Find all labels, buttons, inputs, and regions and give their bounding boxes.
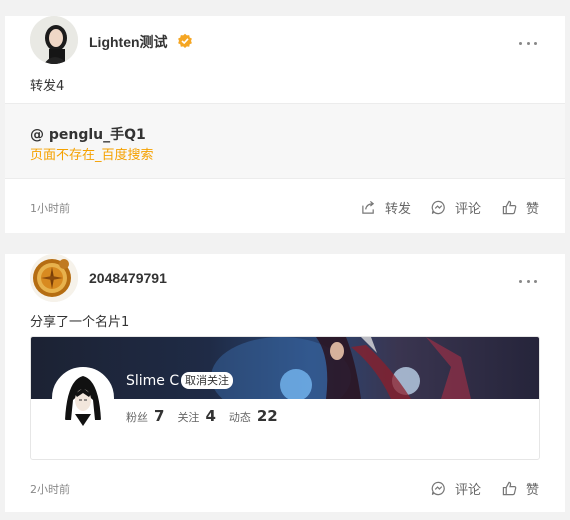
forward-icon bbox=[362, 200, 375, 214]
feed-card-1: Lighten测试 转发4 @ penglu_手Q1 页面不存在_百度搜索 1小… bbox=[5, 16, 565, 233]
fans-count[interactable]: 7 bbox=[154, 407, 164, 425]
more-icon[interactable] bbox=[519, 40, 537, 46]
like-button[interactable]: 赞 bbox=[502, 198, 539, 217]
post-content: 转发4 bbox=[30, 79, 65, 94]
verified-icon bbox=[177, 33, 193, 49]
posts-count[interactable]: 22 bbox=[257, 407, 278, 425]
quote-author[interactable]: @ penglu_手Q1 bbox=[30, 124, 146, 144]
like-label: 赞 bbox=[526, 483, 540, 498]
fans-label: 粉丝 bbox=[126, 411, 148, 424]
comment-label: 评论 bbox=[455, 202, 482, 217]
quote-link[interactable]: 页面不存在_百度搜索 bbox=[30, 144, 154, 163]
feed-card-2: 2048479791 分享了一个名片1 Slime C 取消关注 粉丝 7 关注… bbox=[5, 254, 565, 512]
like-button[interactable]: 赞 bbox=[502, 479, 539, 498]
following-count[interactable]: 4 bbox=[205, 407, 215, 425]
avatar[interactable] bbox=[30, 254, 78, 302]
comment-icon bbox=[431, 200, 445, 215]
like-label: 赞 bbox=[526, 202, 540, 217]
post-time: 1小时前 bbox=[30, 202, 70, 215]
following-label: 关注 bbox=[177, 411, 200, 424]
comment-button[interactable]: 评论 bbox=[431, 198, 481, 217]
quoted-post[interactable]: @ penglu_手Q1 页面不存在_百度搜索 bbox=[5, 103, 565, 179]
forward-label: 转发 bbox=[385, 202, 412, 217]
like-icon bbox=[502, 481, 517, 496]
comment-button[interactable]: 评论 bbox=[431, 479, 481, 498]
shared-name-card[interactable]: Slime C 取消关注 粉丝 7 关注 4 动态 22 bbox=[30, 336, 540, 460]
unfollow-button[interactable]: 取消关注 bbox=[181, 372, 233, 389]
username[interactable]: Lighten测试 bbox=[89, 32, 168, 52]
like-icon bbox=[502, 200, 517, 215]
comment-icon bbox=[431, 481, 445, 496]
posts-label: 动态 bbox=[228, 411, 251, 424]
comment-label: 评论 bbox=[455, 483, 482, 498]
forward-button[interactable]: 转发 bbox=[361, 198, 411, 217]
post-content: 分享了一个名片1 bbox=[30, 315, 130, 330]
more-icon[interactable] bbox=[519, 278, 537, 284]
card-username[interactable]: Slime C bbox=[126, 373, 179, 389]
card-avatar[interactable] bbox=[52, 367, 114, 429]
post-time: 2小时前 bbox=[30, 483, 70, 496]
username[interactable]: 2048479791 bbox=[89, 270, 167, 286]
card-stats: 粉丝 7 关注 4 动态 22 bbox=[126, 407, 291, 425]
avatar[interactable] bbox=[30, 16, 78, 64]
